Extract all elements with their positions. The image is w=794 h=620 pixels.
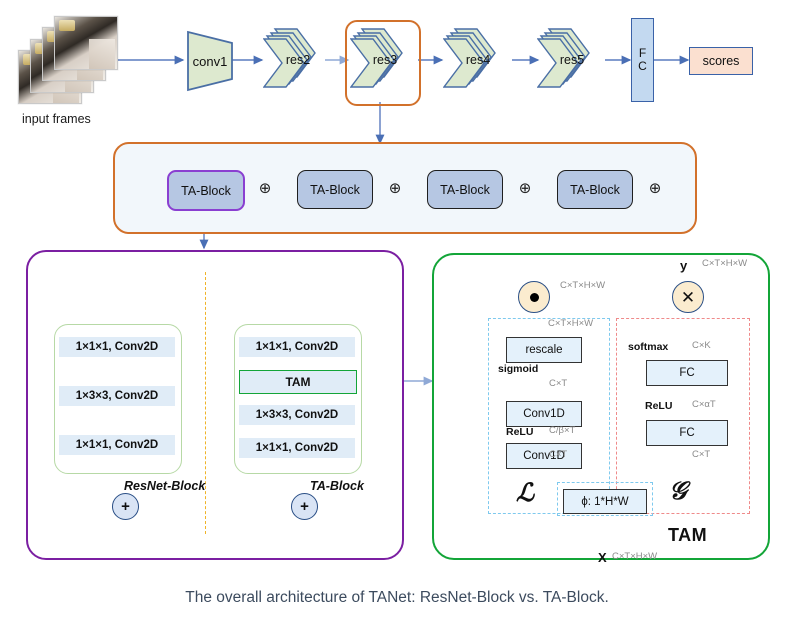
panel-divider [205,272,206,534]
figure-caption: The overall architecture of TANet: ResNe… [185,589,609,606]
resnet-layer-3-label: 1×1×1, Conv2D [75,439,159,451]
tablock-chain-label-4: TA-Block [570,182,620,197]
chain-add-symbol-3: ⊕ [518,180,532,197]
tam-output-label: y [680,258,688,273]
tablock-layer-1-label: 1×1×1, Conv2D [255,341,339,353]
scores-label: scores [702,54,740,68]
stage-conv1[interactable]: conv1 [186,30,234,92]
phi-box[interactable]: ϕ: 1*H*W [563,489,647,514]
tablock-tam-label: TAM [285,375,311,389]
dim-after-elementwise: C×T×H×W [560,280,606,291]
tablock-layer-3[interactable]: 1×3×3, Conv2D [239,405,355,425]
resnet-block-name: ResNet-Block [124,479,206,493]
tablock-chain-item-2[interactable]: TA-Block [297,170,373,209]
dim-conv1d-bottom-out: C/β×T [549,425,576,436]
resnet-layer-1[interactable]: 1×1×1, Conv2D [59,337,175,357]
relu-global-label: ReLU [645,400,673,412]
chain-add-1: ⊕ [256,179,274,197]
rescale-label: rescale [525,344,563,356]
dim-softmax-out: C×K [692,340,711,351]
tablock-chain-label-1: TA-Block [181,183,231,198]
chain-add-4: ⊕ [646,179,664,197]
dim-tam-input: C×T×H×W [612,551,658,562]
multiply-symbol: ✕ [680,287,696,307]
dim-conv1d-top-out: C×T [549,378,568,389]
multiply-node: ✕ [672,281,704,313]
tablock-tam-layer[interactable]: TAM [239,370,357,394]
tablock-layer-1[interactable]: 1×1×1, Conv2D [239,337,355,357]
input-frames-stack [18,14,118,106]
conv1d-box-bottom[interactable]: Conv1D [506,443,582,469]
scores-output[interactable]: scores [689,47,753,75]
conv1d-top-label: Conv1D [523,408,565,420]
stage-res5[interactable]: res5 [536,26,599,94]
phi-label: ϕ: 1*H*W [581,495,629,508]
input-frames-label: input frames [22,112,91,126]
dim-fc-bottom-out: C×αT [692,399,716,410]
fc-top-label: FC [679,367,695,379]
stage-res5-label: res5 [559,53,585,67]
chain-add-symbol-4: ⊕ [648,180,662,197]
tablock-chain-item-4[interactable]: TA-Block [557,170,633,209]
resnet-add-node: + [112,493,139,520]
dim-rescale-out: C×T×H×W [548,318,594,329]
elementwise-multiply-node [518,281,550,313]
fc-layer[interactable]: F C [631,18,654,102]
resnet-layer-2[interactable]: 1×3×3, Conv2D [59,386,175,406]
tam-panel-title: TAM [668,525,708,545]
tablock-layer-4-label: 1×1×1, Conv2D [255,442,339,454]
stage-res4[interactable]: res4 [442,26,505,94]
dim-tam-output: C×T×H×W [702,258,748,269]
figure-canvas: input frames conv1 res2 res3 res4 res5 F… [0,0,794,620]
fc-box-bottom[interactable]: FC [646,420,728,446]
stage-res3[interactable]: res3 [349,26,412,94]
tablock-block-name: TA-Block [310,479,364,493]
fc-label-line2: C [638,59,647,73]
sigmoid-label: sigmoid [498,363,539,375]
stage-res2-label: res2 [285,53,311,67]
resnet-layer-1-label: 1×1×1, Conv2D [75,341,159,353]
chain-add-symbol-2: ⊕ [388,180,402,197]
relu-local-label: ReLU [506,426,534,438]
chain-add-symbol-1: ⊕ [258,180,272,197]
chain-add-2: ⊕ [386,179,404,197]
tablock-add-symbol: + [300,498,309,515]
rescale-box[interactable]: rescale [506,337,582,363]
tablock-chain-item-1[interactable]: TA-Block [167,170,245,211]
stage-res3-label: res3 [372,53,398,67]
tablock-layer-4[interactable]: 1×1×1, Conv2D [239,438,355,458]
resnet-layer-2-label: 1×3×3, Conv2D [75,390,159,402]
tam-input-label: X [598,550,607,565]
elementwise-dot-icon [529,292,539,302]
tablock-add-node: + [291,493,318,520]
resnet-add-symbol: + [121,498,130,515]
fc-box-top[interactable]: FC [646,360,728,386]
stage-res4-label: res4 [465,53,491,67]
tablock-chain-label-3: TA-Block [440,182,490,197]
tablock-layer-3-label: 1×3×3, Conv2D [255,409,339,421]
dim-local-input: C×T [549,449,568,460]
conv1d-box-top[interactable]: Conv1D [506,401,582,427]
global-branch-symbol: 𝒢 [669,476,687,505]
stage-conv1-label: conv1 [192,53,228,69]
tablock-chain-label-2: TA-Block [310,182,360,197]
local-branch-symbol: ℒ [516,478,535,507]
dim-global-input: C×T [692,449,711,460]
tablock-chain-item-3[interactable]: TA-Block [427,170,503,209]
chain-add-3: ⊕ [516,179,534,197]
resnet-layer-3[interactable]: 1×1×1, Conv2D [59,435,175,455]
softmax-label: softmax [628,341,669,353]
stage-res2[interactable]: res2 [262,26,325,94]
fc-bottom-label: FC [679,427,695,439]
